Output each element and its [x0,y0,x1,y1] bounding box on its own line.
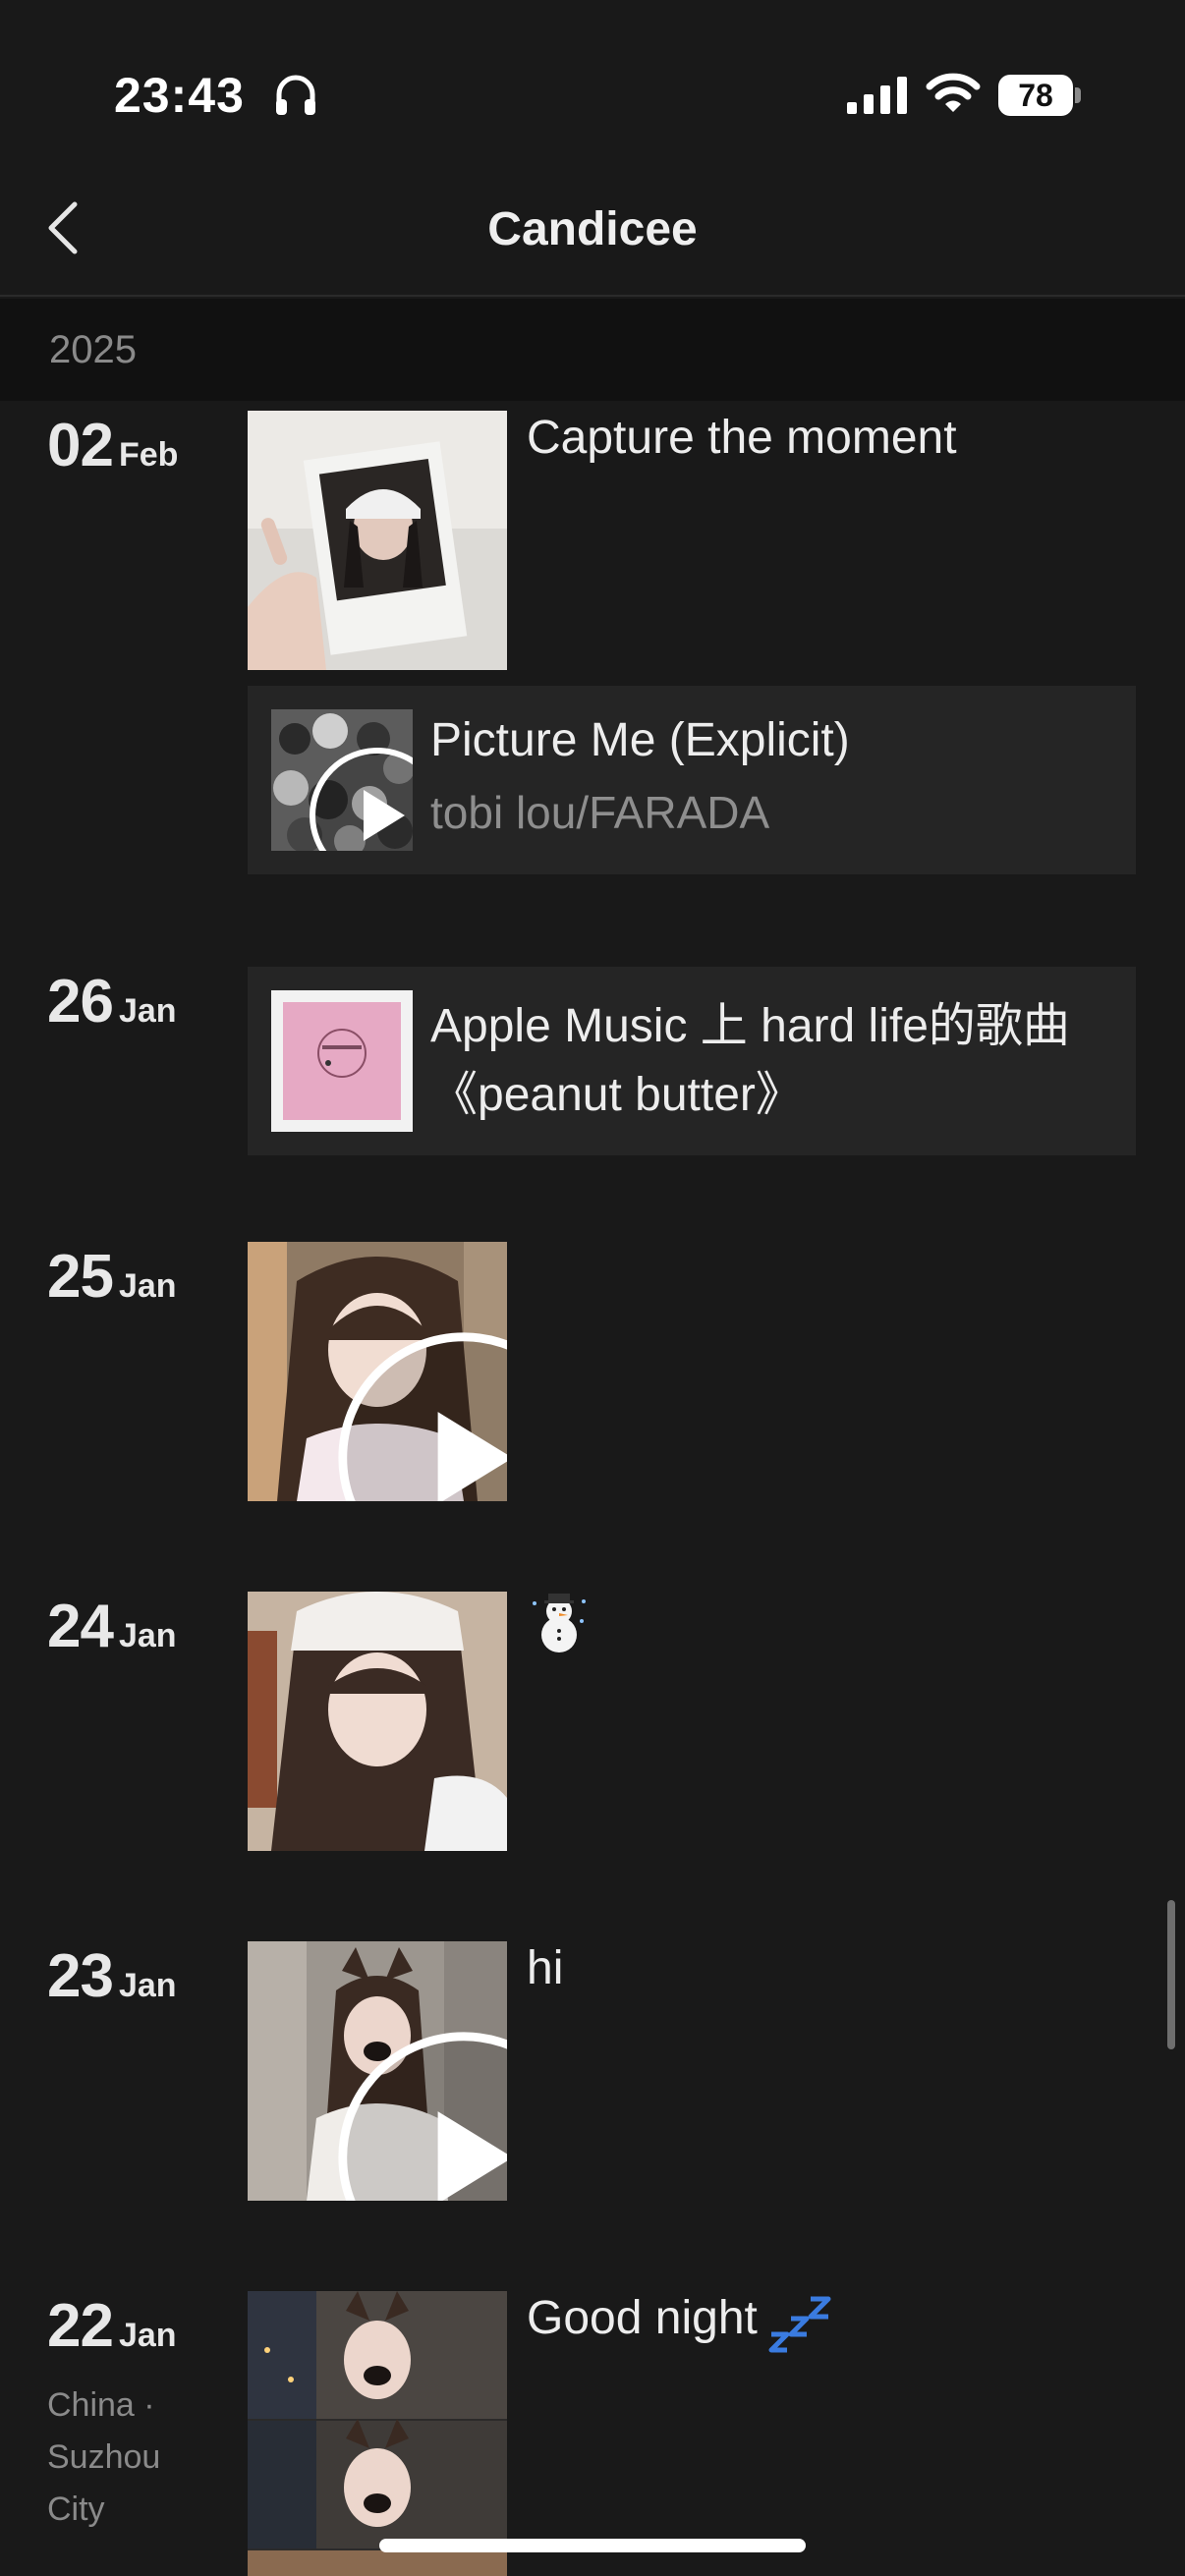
entry-day: 23 [47,1942,114,2010]
entry-caption: Good night [527,2291,832,2356]
entry-month: Jan [118,1617,177,1654]
music-share-card[interactable]: Picture Me (Explicit) tobi lou/FARADA [248,686,1136,874]
album-art-image [271,990,413,1132]
music-share-text: Apple Music 上 hard life的歌曲《peanut butter… [430,1000,1070,1121]
play-icon [310,748,413,851]
entry-month: Feb [118,436,179,474]
status-time: 23:43 [114,68,245,123]
video-thumbnail[interactable] [248,1242,507,1501]
entry-location: China · Suzhou City [47,2386,161,2528]
photo-thumbnail[interactable] [248,1592,507,1851]
entry-day: 25 [47,1243,114,1311]
entry-month: Jan [118,2317,177,2354]
scroll-indicator[interactable] [1167,1900,1175,2049]
entry-month: Jan [118,992,177,1030]
music-share-card[interactable]: Apple Music 上 hard life的歌曲《peanut butter… [248,967,1136,1155]
snowman-icon [533,1594,586,1652]
nav-bar: Candicee [0,157,1185,297]
entry-day: 24 [47,1593,114,1660]
entry-month: Jan [118,1267,177,1305]
entry-caption: Capture the moment [527,412,957,464]
entry-date: 23 Jan [47,1941,177,2011]
video-thumbnail[interactable] [248,1941,507,2201]
photo-grid-image [248,2291,507,2576]
battery-level: 78 [1018,78,1053,113]
year-section-header: 2025 [0,299,1185,401]
photo-thumbnail-grid[interactable] [248,2291,507,2576]
selfie-photo-image [248,1592,507,1851]
page-title: Candicee [487,203,698,255]
polaroid-photo-image [248,411,507,670]
cellular-signal-icon [847,77,907,114]
song-artist: tobi lou/FARADA [430,787,770,838]
photo-thumbnail[interactable] [248,411,507,670]
year-label: 2025 [49,328,137,371]
play-icon [338,1332,507,1501]
battery-tip [1075,87,1081,103]
headphones-icon [276,75,315,115]
album-cover [271,709,413,851]
zzz-icon [768,2296,831,2353]
entry-date: 02 Feb [47,411,178,480]
entry-date: 26 Jan [47,967,177,1036]
entry-day: 22 [47,2292,114,2360]
moments-screen: 23:43 78 Candicee 2025 02 Feb Capture th… [0,0,1185,2576]
entry-caption: hi [527,1942,564,1994]
wifi-icon [926,73,981,112]
album-cover [271,990,413,1132]
entry-day: 02 [47,412,114,479]
home-indicator[interactable] [379,2539,806,2552]
entry-date: 25 Jan [47,1242,177,1312]
entry-day: 26 [47,968,114,1036]
status-bar: 23:43 78 [0,0,1185,157]
entry-month: Jan [118,1967,177,2004]
entry-date: 24 Jan [47,1592,177,1661]
entry-date: 22 Jan [47,2291,177,2361]
caption-text: Good night [527,2292,758,2344]
song-title: Picture Me (Explicit) [430,714,850,766]
play-icon [338,2032,507,2201]
battery-indicator: 78 [998,75,1081,116]
